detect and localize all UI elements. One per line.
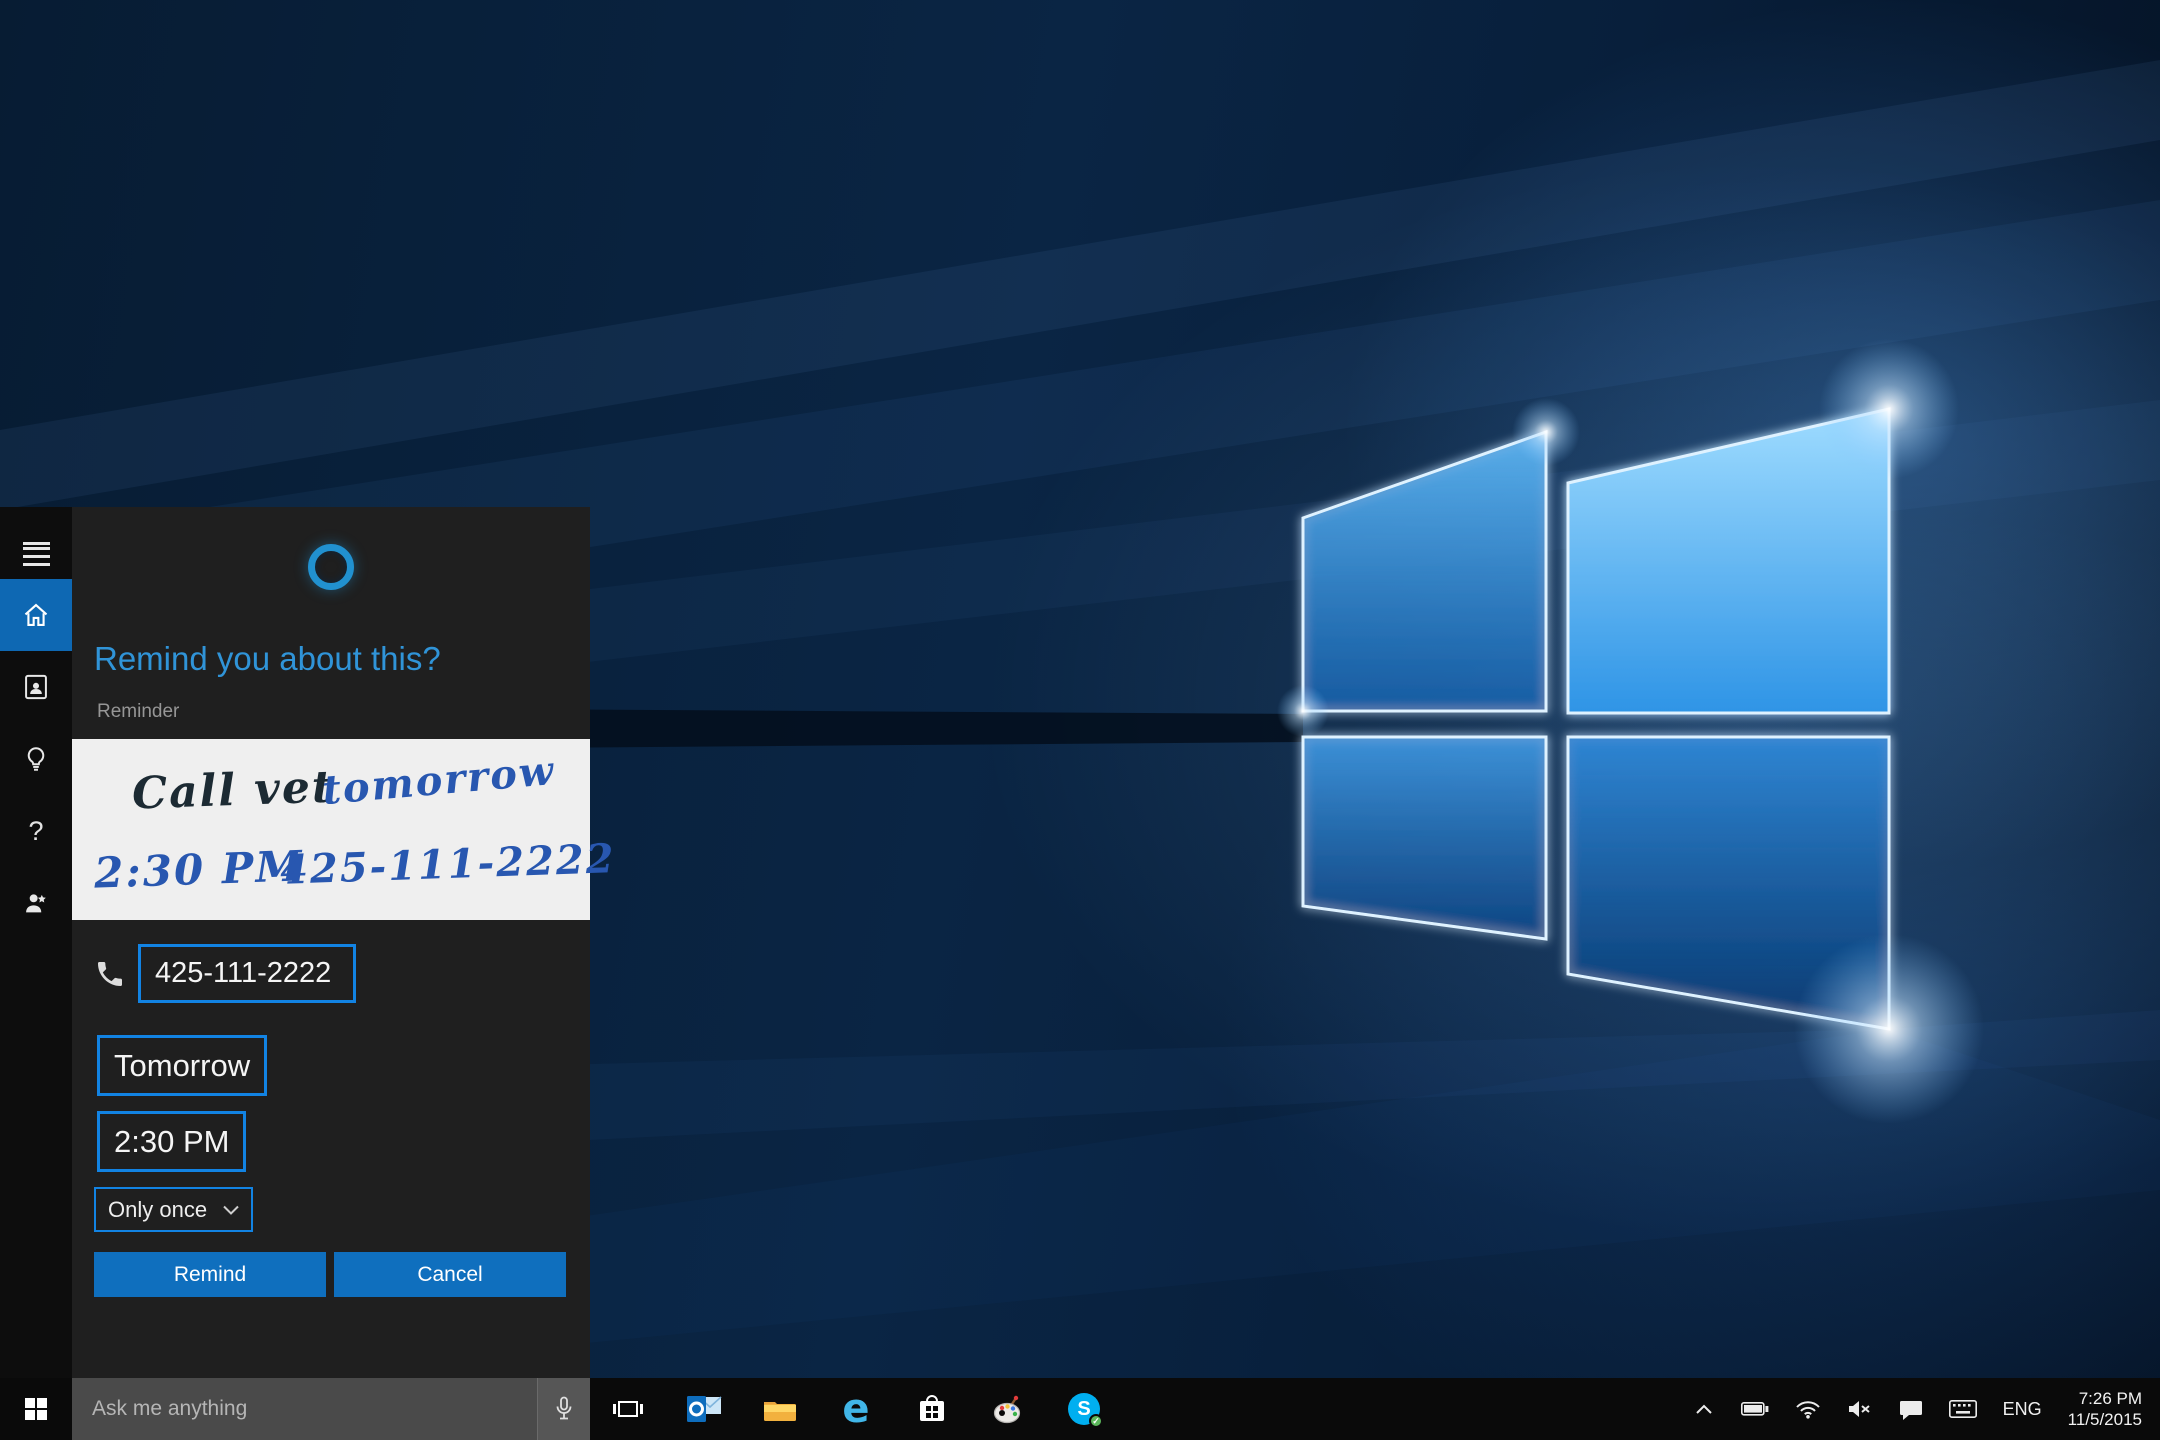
feedback-person-icon	[22, 889, 50, 917]
ink-text-phone: 425-111-2222	[279, 835, 616, 894]
touch-keyboard-button[interactable]	[1949, 1400, 1977, 1418]
edge-button[interactable]: e	[818, 1378, 894, 1440]
lightbulb-icon	[22, 745, 50, 773]
notebook-icon	[22, 673, 50, 701]
folder-icon	[763, 1395, 797, 1423]
language-indicator[interactable]: ENG	[2003, 1399, 2042, 1420]
desktop: ? Remind you about this? Reminder Call v…	[0, 0, 2160, 1440]
chevron-up-icon	[1693, 1401, 1715, 1417]
store-button[interactable]	[894, 1378, 970, 1440]
system-tray: ENG 7:26 PM 11/5/2015	[1693, 1378, 2160, 1440]
phone-icon	[94, 958, 126, 990]
menu-bars	[23, 542, 50, 545]
ink-text-call-vet: Call vet	[131, 761, 335, 819]
cortana-sidebar: ?	[0, 507, 72, 1378]
microphone-icon	[552, 1396, 576, 1422]
paint-button[interactable]	[970, 1378, 1046, 1440]
cancel-button[interactable]: Cancel	[334, 1252, 566, 1297]
reminder-date-field[interactable]: Tomorrow	[97, 1035, 267, 1096]
windows-logo-icon	[24, 1397, 48, 1421]
clock-date: 11/5/2015	[2068, 1409, 2142, 1430]
chevron-down-icon	[223, 1205, 239, 1215]
recurrence-dropdown[interactable]: Only once	[94, 1187, 253, 1232]
task-view-button[interactable]	[590, 1378, 666, 1440]
cortana-logo-icon	[308, 544, 354, 590]
battery-icon	[1741, 1401, 1769, 1417]
store-icon	[917, 1393, 947, 1425]
outlook-button[interactable]	[666, 1378, 742, 1440]
volume-button[interactable]	[1847, 1399, 1873, 1419]
handwritten-note-card: Call vet tomorrow 2:30 PM 425-111-2222	[72, 739, 590, 920]
paint-icon	[992, 1393, 1024, 1425]
edge-icon: e	[842, 1386, 869, 1432]
phone-number-field[interactable]: 425-111-2222	[138, 944, 356, 1003]
battery-status-button[interactable]	[1741, 1401, 1769, 1417]
network-status-button[interactable]	[1795, 1399, 1821, 1419]
reminder-category-label: Reminder	[97, 701, 590, 723]
cortana-reminder-panel: Remind you about this? Reminder Call vet…	[72, 507, 590, 1378]
wifi-icon	[1795, 1399, 1821, 1419]
recurrence-value: Only once	[108, 1197, 207, 1223]
outlook-icon	[686, 1393, 722, 1425]
menu-icon[interactable]	[0, 507, 72, 579]
ink-text-tomorrow: tomorrow	[320, 747, 557, 814]
microphone-button[interactable]	[537, 1378, 590, 1440]
action-center-icon	[1899, 1399, 1923, 1420]
action-center-button[interactable]	[1899, 1399, 1923, 1420]
help-icon: ?	[28, 816, 43, 847]
remind-button[interactable]: Remind	[94, 1252, 326, 1297]
sidebar-item-help[interactable]: ?	[0, 795, 72, 867]
cortana-search-box	[72, 1378, 590, 1440]
skype-icon: S ✓	[1068, 1393, 1100, 1425]
speaker-muted-icon	[1847, 1399, 1873, 1419]
pinned-apps: e	[590, 1378, 1122, 1440]
sidebar-item-feedback[interactable]	[0, 867, 72, 939]
keyboard-icon	[1949, 1400, 1977, 1418]
taskbar-spacer	[1122, 1378, 1693, 1440]
sidebar-item-notebook[interactable]	[0, 651, 72, 723]
phone-row: 425-111-2222	[94, 944, 590, 1003]
skype-online-badge: ✓	[1089, 1414, 1103, 1428]
reminder-prompt-title: Remind you about this?	[94, 640, 590, 678]
show-hidden-icons-button[interactable]	[1693, 1401, 1715, 1417]
reminder-time-field[interactable]: 2:30 PM	[97, 1111, 246, 1172]
sidebar-item-reminders[interactable]	[0, 723, 72, 795]
sidebar-item-home[interactable]	[0, 579, 72, 651]
skype-button[interactable]: S ✓	[1046, 1378, 1122, 1440]
search-input[interactable]	[72, 1397, 537, 1421]
ink-text-time: 2:30 PM	[93, 841, 304, 897]
clock[interactable]: 7:26 PM 11/5/2015	[2068, 1388, 2142, 1430]
taskbar: e	[0, 1378, 2160, 1440]
reminder-actions: Remind Cancel	[94, 1252, 566, 1297]
file-explorer-button[interactable]	[742, 1378, 818, 1440]
home-icon	[22, 601, 50, 629]
task-view-icon	[612, 1394, 644, 1424]
clock-time: 7:26 PM	[2068, 1388, 2142, 1409]
start-button[interactable]	[0, 1378, 72, 1440]
